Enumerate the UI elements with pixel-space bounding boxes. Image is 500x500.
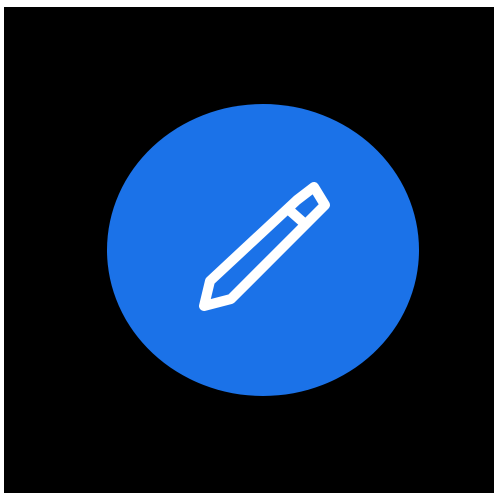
edit-button[interactable]: [107, 104, 419, 396]
screenshot-frame: [0, 0, 500, 500]
screen-background: [4, 7, 494, 493]
pencil-icon: [199, 182, 330, 311]
